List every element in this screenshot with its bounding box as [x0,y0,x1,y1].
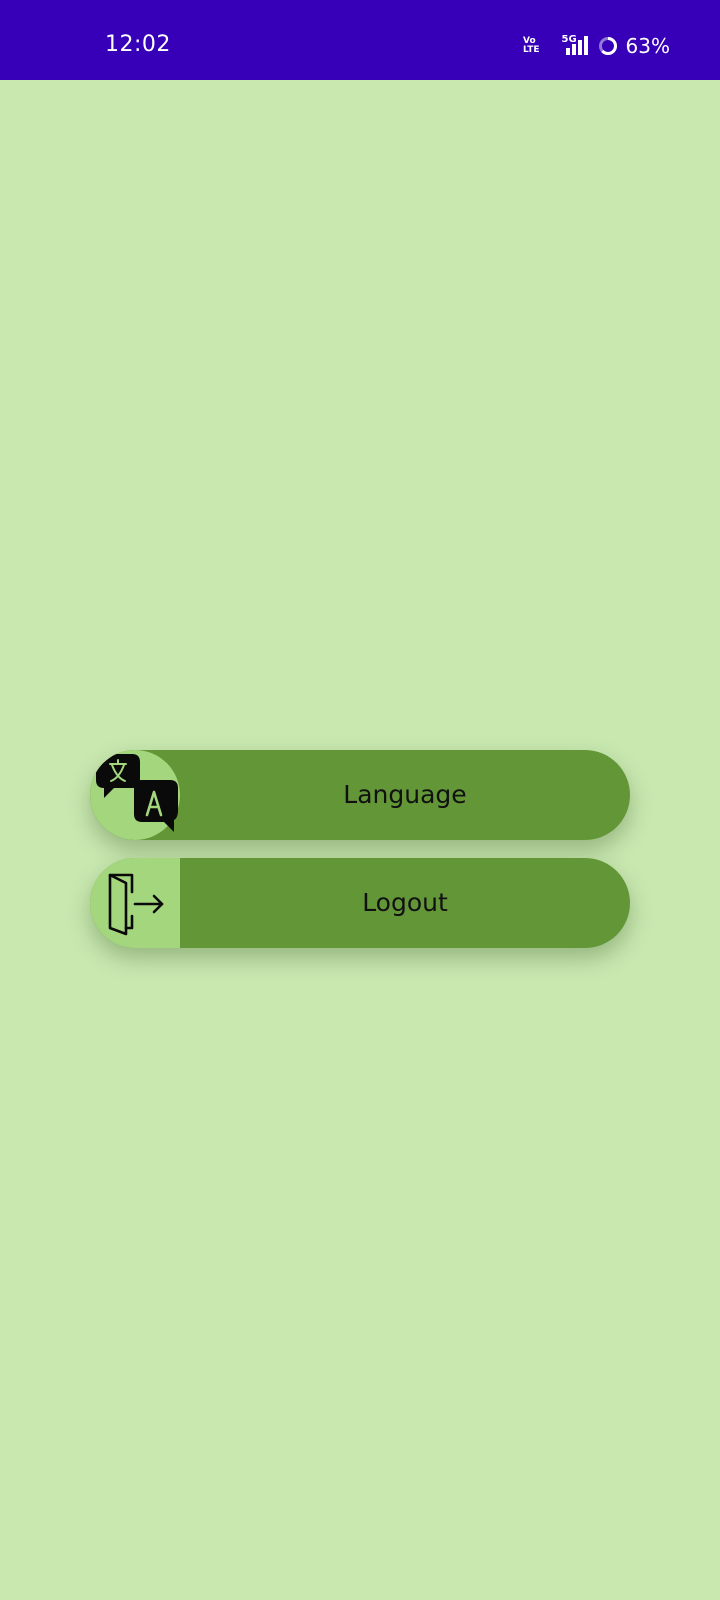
logout-button[interactable]: Logout [90,858,630,948]
status-clock: 12:02 [105,32,171,57]
logout-label: Logout [362,888,448,917]
translate-icon [96,754,178,832]
battery-icon [598,37,617,55]
main-content: Language Logout [0,80,720,1600]
battery-percentage: 63% [625,34,670,58]
signal-5g-icon: 5G [562,34,590,57]
exit-door-icon [108,873,164,936]
volte-icon: Vo LTE [523,36,540,55]
status-bar: 12:02 Vo LTE 5G 63% [0,0,720,80]
language-button[interactable]: Language [90,750,630,840]
language-label: Language [343,780,467,809]
status-icons: Vo LTE 5G 63% [523,34,670,58]
